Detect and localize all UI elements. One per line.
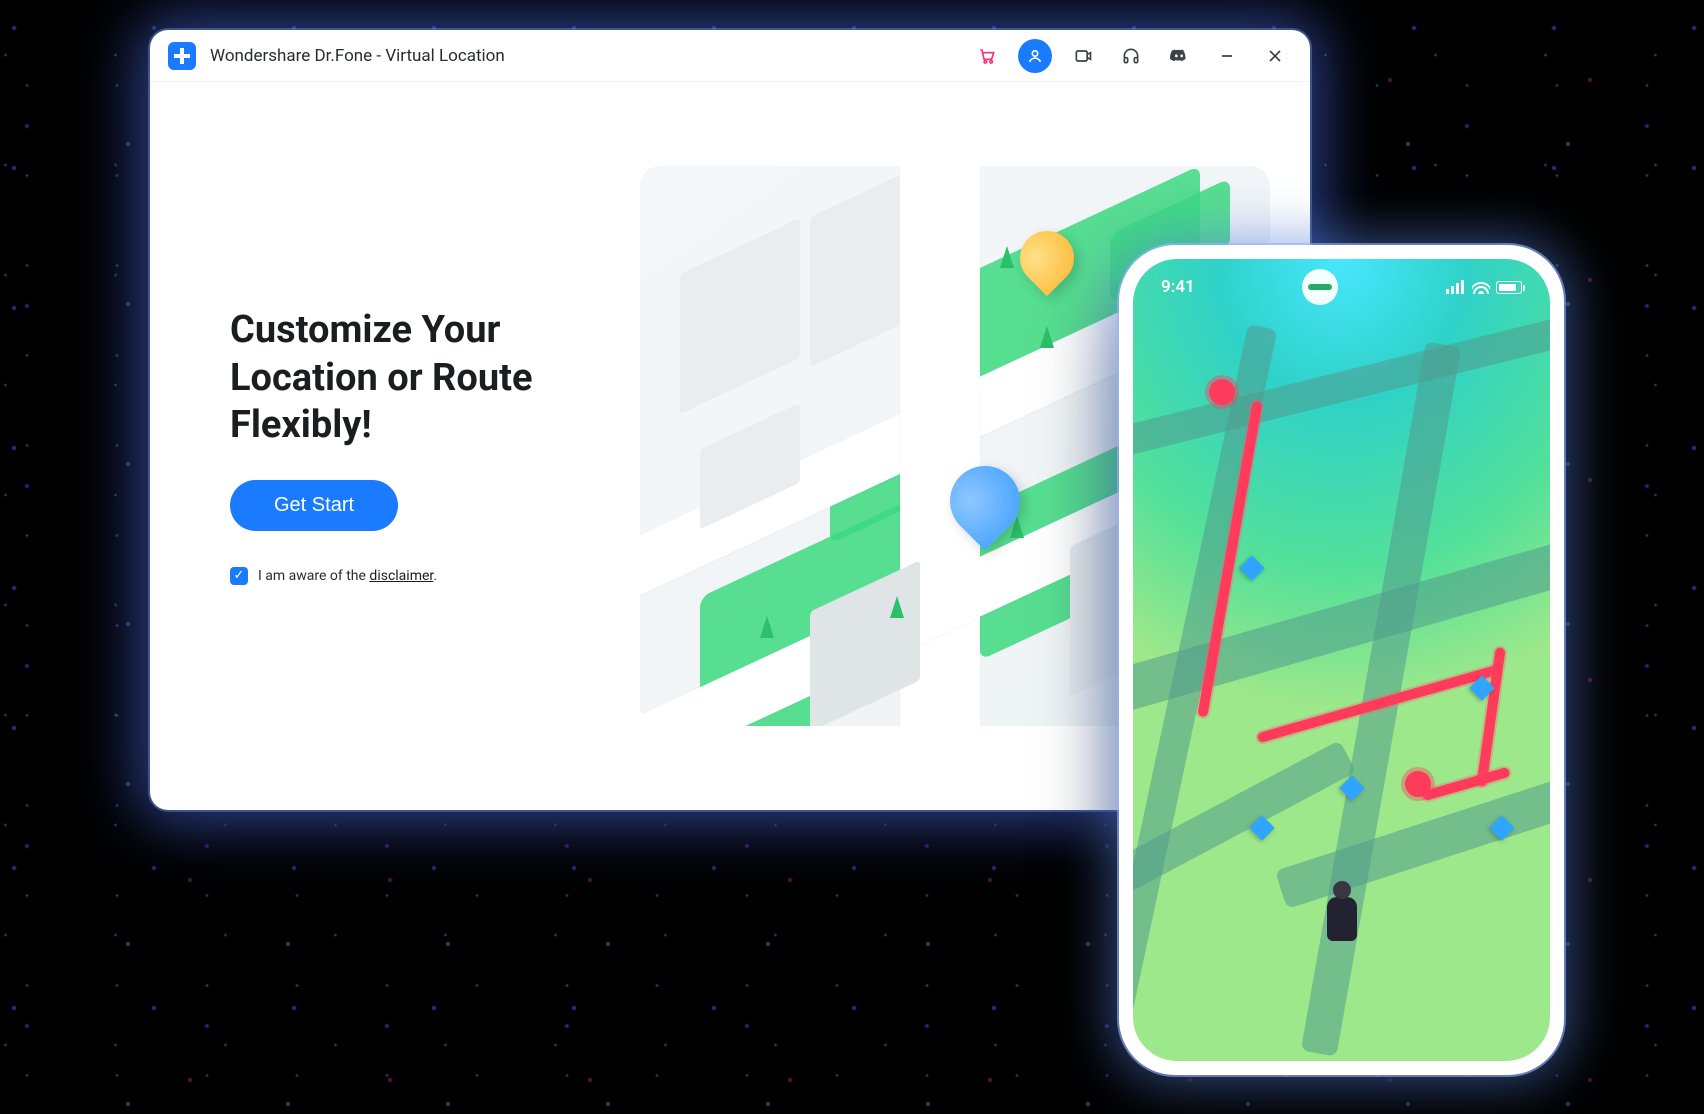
titlebar: Wondershare Dr.Fone - Virtual Location (150, 30, 1310, 82)
disclaimer-row: ✓ I am aware of the disclaimer. (230, 567, 610, 585)
hero-left-column: Customize Your Location or Route Flexibl… (230, 307, 610, 585)
route-end-dot (1405, 771, 1431, 797)
status-time: 9:41 (1161, 277, 1195, 297)
app-logo-icon (168, 42, 196, 70)
close-button[interactable] (1258, 39, 1292, 73)
phone-screen: 9:41 (1133, 259, 1550, 1061)
phone-statusbar: 9:41 (1133, 269, 1550, 305)
battery-icon (1496, 281, 1522, 294)
disclaimer-checkbox[interactable]: ✓ (230, 567, 248, 585)
dynamic-island-icon (1302, 269, 1338, 305)
disclaimer-text: I am aware of the disclaimer. (258, 568, 437, 584)
discord-icon[interactable] (1162, 39, 1196, 73)
disclaimer-link[interactable]: disclaimer (369, 568, 433, 584)
phone-mock: 9:41 (1119, 245, 1564, 1075)
signal-icon (1446, 280, 1466, 294)
hero-headline: Customize Your Location or Route Flexibl… (230, 307, 610, 450)
headset-icon[interactable] (1114, 39, 1148, 73)
wifi-icon (1472, 280, 1490, 294)
window-title: Wondershare Dr.Fone - Virtual Location (210, 46, 505, 66)
user-icon[interactable] (1018, 39, 1052, 73)
screen-recorder-icon[interactable] (1066, 39, 1100, 73)
get-start-button[interactable]: Get Start (230, 480, 398, 531)
route-start-dot (1209, 379, 1235, 405)
player-avatar-icon (1327, 897, 1357, 941)
cart-icon[interactable] (970, 39, 1004, 73)
minimize-button[interactable] (1210, 39, 1244, 73)
